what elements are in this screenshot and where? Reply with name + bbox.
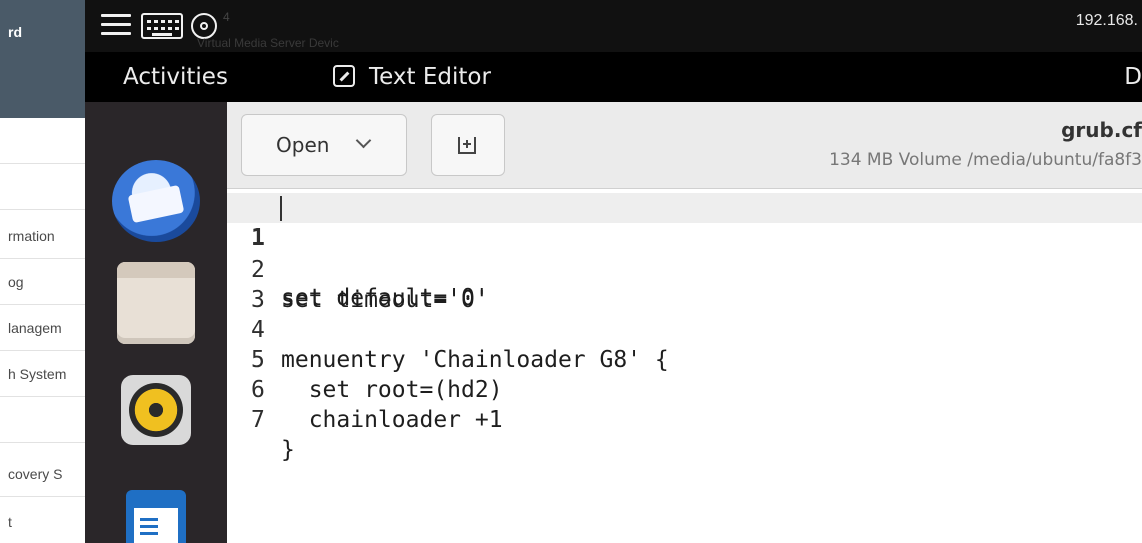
code-line[interactable]: 4 menuentry 'Chainloader G8' { [227, 285, 1142, 373]
code-line[interactable]: 6 chainloader +1 [227, 345, 1142, 433]
web-sidebar-item[interactable] [0, 397, 85, 443]
new-tab-button[interactable] [431, 114, 505, 176]
text-area[interactable]: 1 set default='0' 2 set timeout='0' 3 4 … [227, 189, 1142, 543]
web-sidebar-item-log[interactable]: og [0, 259, 85, 305]
web-sidebar-item[interactable] [0, 164, 85, 210]
web-brand: rd [0, 0, 85, 118]
text-editor-window: Open grub.cf 134 MB Volume /media/ubuntu… [227, 102, 1142, 543]
line-text: } [281, 437, 295, 463]
web-sidebar-item[interactable]: t [0, 499, 85, 543]
web-brand-text: rd [8, 24, 22, 40]
clock-fragment[interactable]: D [1124, 64, 1142, 90]
text-editor-app-icon[interactable] [333, 65, 355, 87]
app-menu[interactable]: Text Editor [369, 64, 491, 90]
code-line[interactable]: 2 set timeout='0' [227, 225, 1142, 313]
dock [85, 102, 227, 543]
web-sidebar-item-management[interactable]: lanagem [0, 305, 85, 351]
console-ip-address: 192.168. [1075, 12, 1138, 29]
web-sidebar-item-information[interactable]: rmation [0, 213, 85, 259]
web-sidebar: rd rmation og lanagem h System covery S … [0, 0, 86, 543]
console-ghost-tooltip: Virtual Media Server Devic [197, 36, 339, 50]
thunderbird-icon[interactable] [112, 160, 200, 242]
hamburger-menu-icon[interactable] [101, 14, 131, 36]
document-title: grub.cf [1061, 118, 1142, 142]
rhythmbox-icon[interactable] [121, 375, 191, 445]
chevron-down-icon [355, 132, 372, 149]
gnome-top-bar: Activities Text Editor D [85, 52, 1142, 102]
code-line[interactable]: 7 } [227, 375, 1142, 463]
code-line[interactable]: 3 [227, 255, 1142, 313]
line-number: 7 [251, 407, 265, 433]
web-sidebar-item[interactable] [0, 118, 85, 164]
document-path: 134 MB Volume /media/ubuntu/fa8f3 [829, 150, 1142, 170]
keyboard-icon[interactable] [141, 13, 183, 39]
console-toolbar: 4 Virtual Media Server Devic 192.168. [85, 0, 1142, 52]
line-text: chainloader +1 [281, 407, 503, 433]
editor-headerbar: Open grub.cf 134 MB Volume /media/ubuntu… [227, 102, 1142, 189]
open-button-label: Open [276, 133, 330, 157]
web-sidebar-item-recovery[interactable]: covery S [0, 451, 85, 497]
code-line[interactable]: 5 set root=(hd2) [227, 315, 1142, 403]
text-caret [280, 196, 282, 221]
libreoffice-writer-icon[interactable] [126, 490, 186, 543]
code-line[interactable]: 1 set default='0' [227, 193, 1142, 311]
new-tab-icon [458, 137, 476, 154]
activities-button[interactable]: Activities [123, 64, 228, 90]
open-button[interactable]: Open [241, 114, 407, 176]
console-tab-number: 4 [223, 10, 230, 24]
files-icon[interactable] [117, 262, 195, 344]
web-sidebar-item-system[interactable]: h System [0, 351, 85, 397]
